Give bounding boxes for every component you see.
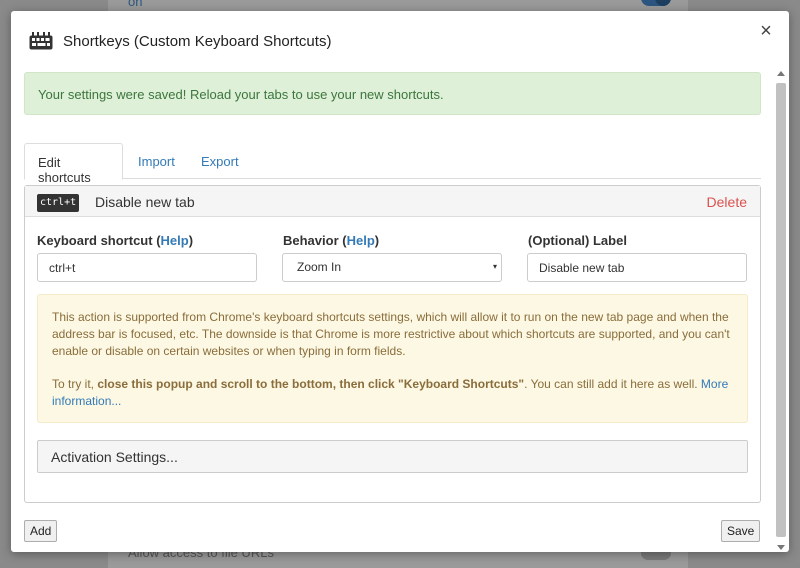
warning-bold-text: close this popup and scroll to the botto…	[97, 377, 525, 391]
keyboard-shortcut-input[interactable]	[37, 253, 257, 282]
chrome-shortcut-warning: This action is supported from Chrome's k…	[37, 294, 748, 423]
tab-edit-shortcuts[interactable]: Edit shortcuts	[24, 143, 123, 185]
background-toggle	[641, 0, 671, 6]
field-label-text: Keyboard shortcut	[37, 233, 153, 248]
shortkeys-dialog: Shortkeys (Custom Keyboard Shortcuts) × …	[11, 11, 789, 552]
activation-settings-button[interactable]: Activation Settings...	[37, 440, 748, 473]
save-button[interactable]: Save	[721, 520, 761, 542]
warning-text: To try it,	[52, 377, 95, 391]
shortcut-key-badge: ctrl+t	[37, 194, 80, 212]
label-input[interactable]	[527, 253, 747, 282]
shortcut-panel-header: ctrl+t Disable new tab Delete	[25, 186, 760, 217]
tab-export[interactable]: Export	[188, 143, 258, 179]
keyboard-icon	[29, 32, 53, 50]
scroll-down-icon[interactable]	[777, 545, 785, 550]
dialog-header: Shortkeys (Custom Keyboard Shortcuts) ×	[11, 11, 789, 69]
warning-text: . You can still add it here as well.	[524, 377, 698, 391]
close-icon[interactable]: ×	[757, 21, 775, 41]
warning-paragraph: To try it, close this popup and scroll t…	[52, 376, 733, 410]
dialog-body: Your settings were saved! Reload your ta…	[11, 69, 773, 552]
shortcut-title: Disable new tab	[95, 194, 195, 210]
keyboard-shortcut-label: Keyboard shortcut (Help)	[37, 233, 194, 248]
tab-bar: Edit shortcuts Import Export	[24, 143, 761, 185]
add-button[interactable]: Add	[24, 520, 58, 542]
shortcut-panel: ctrl+t Disable new tab Delete Keyboard s…	[24, 185, 761, 503]
field-label-text: Behavior	[283, 233, 339, 248]
scrollbar-thumb[interactable]	[776, 83, 786, 537]
scrollbar[interactable]	[776, 69, 786, 552]
keyboard-shortcut-help-link[interactable]: Help	[161, 233, 189, 248]
warning-paragraph: This action is supported from Chrome's k…	[52, 310, 730, 358]
chevron-down-icon: ▾	[492, 262, 497, 271]
behavior-help-link[interactable]: Help	[347, 233, 375, 248]
success-alert: Your settings were saved! Reload your ta…	[24, 72, 761, 115]
behavior-select[interactable]: Zoom In ▾	[282, 253, 502, 282]
behavior-label: Behavior (Help)	[283, 233, 380, 248]
delete-button[interactable]: Delete	[707, 194, 747, 210]
scroll-up-icon[interactable]	[777, 71, 785, 76]
optional-label-label: (Optional) Label	[528, 233, 627, 248]
tab-import[interactable]: Import	[125, 143, 189, 179]
dialog-title: Shortkeys (Custom Keyboard Shortcuts)	[63, 33, 332, 50]
background-text: on	[128, 0, 143, 9]
behavior-selected-value: Zoom In	[297, 260, 342, 274]
